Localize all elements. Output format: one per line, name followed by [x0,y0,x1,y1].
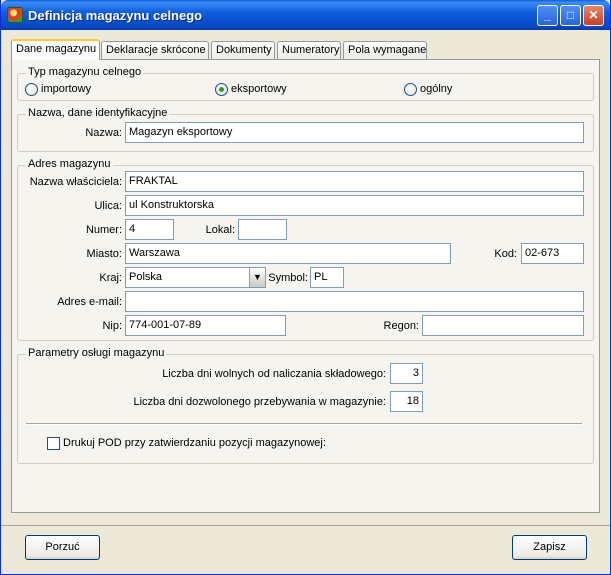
city-input[interactable]: Warszawa [125,243,451,264]
save-button[interactable]: Zapisz [512,535,587,560]
nip-label: Nip: [102,320,122,332]
allowed-days-input[interactable]: 18 [390,391,423,412]
minimize-button[interactable]: _ [537,5,558,26]
regon-label: Regon: [383,320,419,332]
postcode-input[interactable]: 02-673 [521,243,584,264]
radio-eksportowy-label: eksportowy [231,83,287,95]
minimize-icon: _ [544,8,551,22]
name-group-title: Nazwa, dane identyfikacyjne [26,107,170,119]
print-pod-label: Drukuj POD przy zatwierdzaniu pozycji ma… [63,437,326,449]
radio-ogolny[interactable] [404,83,417,96]
maximize-button[interactable]: □ [560,5,581,26]
city-label: Miasto: [86,248,122,260]
radio-selected-dot [219,87,224,92]
tab-dokumenty[interactable]: Dokumenty [211,41,275,59]
tab-deklaracje-skrocone[interactable]: Deklaracje skrócone [101,41,209,59]
tab-panel: Typ magazynu celnego importowy eksportow… [11,59,600,513]
free-days-label: Liczba dni wolnych od naliczania składow… [162,368,386,380]
tab-dane-magazynu[interactable]: Dane magazynu [11,39,100,60]
close-icon: ✕ [588,8,599,22]
local-label: Lokal: [205,224,235,236]
radio-importowy-label: importowy [41,83,92,95]
country-label: Kraj: [99,272,122,284]
country-select[interactable]: Polska ▼ [125,267,266,288]
address-group-title: Adres magazynu [26,158,113,170]
owner-input[interactable]: FRAKTAL [125,171,584,192]
symbol-label: Symbol: [268,272,308,284]
address-group: Adres magazynu Nazwa właściciela: FRAKTA… [17,158,594,341]
postcode-label: Kod: [494,248,517,260]
type-group: Typ magazynu celnego importowy eksportow… [17,66,594,101]
regon-input[interactable] [422,315,584,336]
cancel-button[interactable]: Porzuć [25,535,100,560]
tab-numeratory[interactable]: Numeratory [277,41,341,59]
street-input[interactable]: ul Konstruktorska [125,195,584,216]
params-separator [26,423,582,425]
allowed-days-label: Liczba dni dozwolonego przebywania w mag… [133,396,386,408]
number-label: Numer: [85,224,122,236]
params-group: Parametry osługi magazynu Liczba dni wol… [17,347,594,464]
number-input[interactable]: 4 [125,219,174,240]
params-group-title: Parametry osługi magazynu [26,347,167,359]
dialog-window: Definicja magazynu celnego _ □ ✕ Dane ma… [0,0,611,575]
chevron-down-icon[interactable]: ▼ [249,268,265,287]
footer-divider [1,525,610,526]
owner-label: Nazwa właściciela: [29,176,122,188]
close-button[interactable]: ✕ [583,5,604,26]
maximize-icon: □ [566,8,575,22]
radio-eksportowy[interactable] [215,83,228,96]
symbol-input[interactable]: PL [310,267,344,288]
print-pod-checkbox[interactable] [47,437,60,450]
window-title: Definicja magazynu celnego [28,8,203,23]
radio-ogolny-label: ogólny [420,83,453,95]
type-group-title: Typ magazynu celnego [26,66,144,78]
country-value: Polska [129,271,163,283]
app-icon [7,7,23,23]
nip-input[interactable]: 774-001-07-89 [125,315,286,336]
email-input[interactable] [125,291,584,312]
name-label: Nazwa: [85,127,122,139]
tab-pola-wymagane[interactable]: Pola wymagane [343,41,427,59]
local-input[interactable] [238,219,287,240]
radio-importowy[interactable] [25,83,38,96]
email-label: Adres e-mail: [57,296,122,308]
street-label: Ulica: [94,200,122,212]
name-group: Nazwa, dane identyfikacyjne Nazwa: Magaz… [17,107,594,152]
free-days-input[interactable]: 3 [390,363,423,384]
name-input[interactable]: Magazyn eksportowy [125,122,584,143]
title-bar[interactable]: Definicja magazynu celnego _ □ ✕ [1,0,610,30]
